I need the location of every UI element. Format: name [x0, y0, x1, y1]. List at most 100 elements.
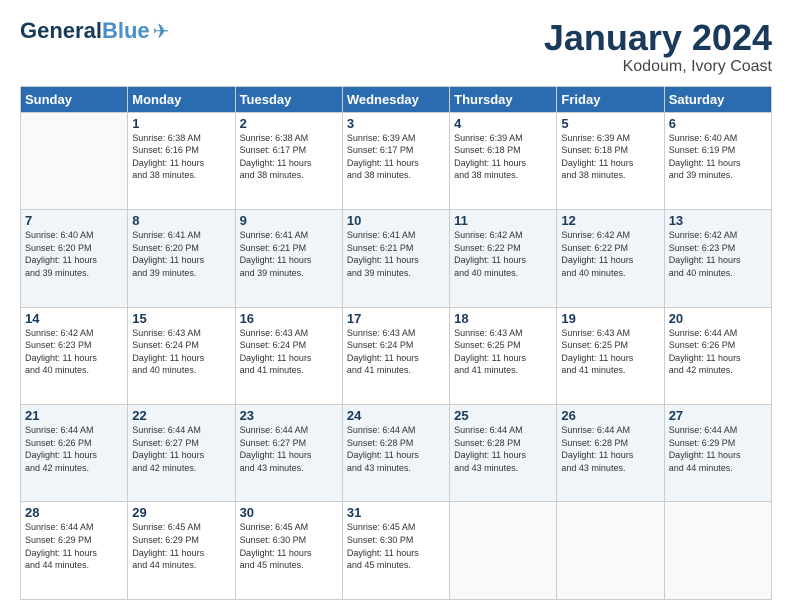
day-number: 13	[669, 213, 767, 228]
calendar-week-row: 28Sunrise: 6:44 AM Sunset: 6:29 PM Dayli…	[21, 502, 772, 600]
calendar-cell: 21Sunrise: 6:44 AM Sunset: 6:26 PM Dayli…	[21, 405, 128, 502]
day-number: 15	[132, 311, 230, 326]
day-number: 5	[561, 116, 659, 131]
calendar-cell: 20Sunrise: 6:44 AM Sunset: 6:26 PM Dayli…	[664, 307, 771, 404]
calendar-cell: 22Sunrise: 6:44 AM Sunset: 6:27 PM Dayli…	[128, 405, 235, 502]
day-number: 1	[132, 116, 230, 131]
calendar-cell: 2Sunrise: 6:38 AM Sunset: 6:17 PM Daylig…	[235, 112, 342, 209]
calendar-header-row: SundayMondayTuesdayWednesdayThursdayFrid…	[21, 86, 772, 112]
day-number: 19	[561, 311, 659, 326]
calendar-header-friday: Friday	[557, 86, 664, 112]
calendar-cell: 23Sunrise: 6:44 AM Sunset: 6:27 PM Dayli…	[235, 405, 342, 502]
page: General Blue ✈ January 2024 Kodoum, Ivor…	[0, 0, 792, 612]
day-info: Sunrise: 6:44 AM Sunset: 6:27 PM Dayligh…	[240, 424, 338, 474]
day-info: Sunrise: 6:40 AM Sunset: 6:20 PM Dayligh…	[25, 229, 123, 279]
calendar-cell: 13Sunrise: 6:42 AM Sunset: 6:23 PM Dayli…	[664, 210, 771, 307]
logo: General Blue ✈	[20, 18, 169, 44]
day-info: Sunrise: 6:40 AM Sunset: 6:19 PM Dayligh…	[669, 132, 767, 182]
day-number: 12	[561, 213, 659, 228]
day-info: Sunrise: 6:38 AM Sunset: 6:16 PM Dayligh…	[132, 132, 230, 182]
header: General Blue ✈ January 2024 Kodoum, Ivor…	[20, 18, 772, 76]
day-number: 24	[347, 408, 445, 423]
calendar-cell: 15Sunrise: 6:43 AM Sunset: 6:24 PM Dayli…	[128, 307, 235, 404]
day-number: 17	[347, 311, 445, 326]
day-info: Sunrise: 6:44 AM Sunset: 6:27 PM Dayligh…	[132, 424, 230, 474]
calendar-cell: 28Sunrise: 6:44 AM Sunset: 6:29 PM Dayli…	[21, 502, 128, 600]
day-info: Sunrise: 6:45 AM Sunset: 6:29 PM Dayligh…	[132, 521, 230, 571]
calendar-week-row: 7Sunrise: 6:40 AM Sunset: 6:20 PM Daylig…	[21, 210, 772, 307]
calendar-header-saturday: Saturday	[664, 86, 771, 112]
calendar-cell	[450, 502, 557, 600]
day-info: Sunrise: 6:44 AM Sunset: 6:28 PM Dayligh…	[454, 424, 552, 474]
calendar-cell: 6Sunrise: 6:40 AM Sunset: 6:19 PM Daylig…	[664, 112, 771, 209]
day-number: 25	[454, 408, 552, 423]
day-info: Sunrise: 6:42 AM Sunset: 6:22 PM Dayligh…	[454, 229, 552, 279]
day-number: 30	[240, 505, 338, 520]
day-number: 20	[669, 311, 767, 326]
calendar-subtitle: Kodoum, Ivory Coast	[544, 58, 772, 76]
day-number: 11	[454, 213, 552, 228]
calendar-header-wednesday: Wednesday	[342, 86, 449, 112]
day-number: 7	[25, 213, 123, 228]
day-info: Sunrise: 6:44 AM Sunset: 6:29 PM Dayligh…	[669, 424, 767, 474]
day-info: Sunrise: 6:44 AM Sunset: 6:26 PM Dayligh…	[669, 327, 767, 377]
calendar-cell: 30Sunrise: 6:45 AM Sunset: 6:30 PM Dayli…	[235, 502, 342, 600]
day-number: 21	[25, 408, 123, 423]
day-number: 27	[669, 408, 767, 423]
calendar-cell: 4Sunrise: 6:39 AM Sunset: 6:18 PM Daylig…	[450, 112, 557, 209]
day-info: Sunrise: 6:41 AM Sunset: 6:21 PM Dayligh…	[347, 229, 445, 279]
logo-bird-icon: ✈	[153, 19, 170, 44]
day-info: Sunrise: 6:42 AM Sunset: 6:23 PM Dayligh…	[669, 229, 767, 279]
day-info: Sunrise: 6:39 AM Sunset: 6:17 PM Dayligh…	[347, 132, 445, 182]
calendar-cell: 29Sunrise: 6:45 AM Sunset: 6:29 PM Dayli…	[128, 502, 235, 600]
calendar-cell	[664, 502, 771, 600]
calendar-cell: 31Sunrise: 6:45 AM Sunset: 6:30 PM Dayli…	[342, 502, 449, 600]
day-info: Sunrise: 6:44 AM Sunset: 6:28 PM Dayligh…	[347, 424, 445, 474]
calendar-week-row: 1Sunrise: 6:38 AM Sunset: 6:16 PM Daylig…	[21, 112, 772, 209]
day-info: Sunrise: 6:44 AM Sunset: 6:29 PM Dayligh…	[25, 521, 123, 571]
calendar-cell: 8Sunrise: 6:41 AM Sunset: 6:20 PM Daylig…	[128, 210, 235, 307]
day-number: 16	[240, 311, 338, 326]
calendar-cell	[21, 112, 128, 209]
calendar-header-monday: Monday	[128, 86, 235, 112]
calendar-cell: 26Sunrise: 6:44 AM Sunset: 6:28 PM Dayli…	[557, 405, 664, 502]
day-number: 10	[347, 213, 445, 228]
calendar-cell: 27Sunrise: 6:44 AM Sunset: 6:29 PM Dayli…	[664, 405, 771, 502]
day-number: 29	[132, 505, 230, 520]
day-number: 9	[240, 213, 338, 228]
day-number: 31	[347, 505, 445, 520]
day-number: 8	[132, 213, 230, 228]
day-info: Sunrise: 6:39 AM Sunset: 6:18 PM Dayligh…	[454, 132, 552, 182]
calendar-week-row: 14Sunrise: 6:42 AM Sunset: 6:23 PM Dayli…	[21, 307, 772, 404]
day-number: 26	[561, 408, 659, 423]
calendar-cell: 9Sunrise: 6:41 AM Sunset: 6:21 PM Daylig…	[235, 210, 342, 307]
calendar-header-thursday: Thursday	[450, 86, 557, 112]
day-info: Sunrise: 6:43 AM Sunset: 6:24 PM Dayligh…	[240, 327, 338, 377]
day-number: 3	[347, 116, 445, 131]
calendar-cell: 1Sunrise: 6:38 AM Sunset: 6:16 PM Daylig…	[128, 112, 235, 209]
calendar-cell: 25Sunrise: 6:44 AM Sunset: 6:28 PM Dayli…	[450, 405, 557, 502]
day-number: 14	[25, 311, 123, 326]
calendar-title: January 2024	[544, 18, 772, 58]
day-info: Sunrise: 6:44 AM Sunset: 6:26 PM Dayligh…	[25, 424, 123, 474]
day-number: 23	[240, 408, 338, 423]
calendar-cell: 11Sunrise: 6:42 AM Sunset: 6:22 PM Dayli…	[450, 210, 557, 307]
day-info: Sunrise: 6:42 AM Sunset: 6:23 PM Dayligh…	[25, 327, 123, 377]
calendar-header-tuesday: Tuesday	[235, 86, 342, 112]
day-info: Sunrise: 6:45 AM Sunset: 6:30 PM Dayligh…	[347, 521, 445, 571]
day-info: Sunrise: 6:41 AM Sunset: 6:21 PM Dayligh…	[240, 229, 338, 279]
title-block: January 2024 Kodoum, Ivory Coast	[544, 18, 772, 76]
calendar-cell: 14Sunrise: 6:42 AM Sunset: 6:23 PM Dayli…	[21, 307, 128, 404]
day-info: Sunrise: 6:38 AM Sunset: 6:17 PM Dayligh…	[240, 132, 338, 182]
logo-blue: Blue	[102, 18, 150, 44]
day-info: Sunrise: 6:45 AM Sunset: 6:30 PM Dayligh…	[240, 521, 338, 571]
calendar-table: SundayMondayTuesdayWednesdayThursdayFrid…	[20, 86, 772, 600]
day-number: 6	[669, 116, 767, 131]
calendar-cell: 16Sunrise: 6:43 AM Sunset: 6:24 PM Dayli…	[235, 307, 342, 404]
calendar-cell: 3Sunrise: 6:39 AM Sunset: 6:17 PM Daylig…	[342, 112, 449, 209]
day-number: 4	[454, 116, 552, 131]
calendar-cell	[557, 502, 664, 600]
calendar-week-row: 21Sunrise: 6:44 AM Sunset: 6:26 PM Dayli…	[21, 405, 772, 502]
day-info: Sunrise: 6:43 AM Sunset: 6:25 PM Dayligh…	[454, 327, 552, 377]
calendar-cell: 18Sunrise: 6:43 AM Sunset: 6:25 PM Dayli…	[450, 307, 557, 404]
